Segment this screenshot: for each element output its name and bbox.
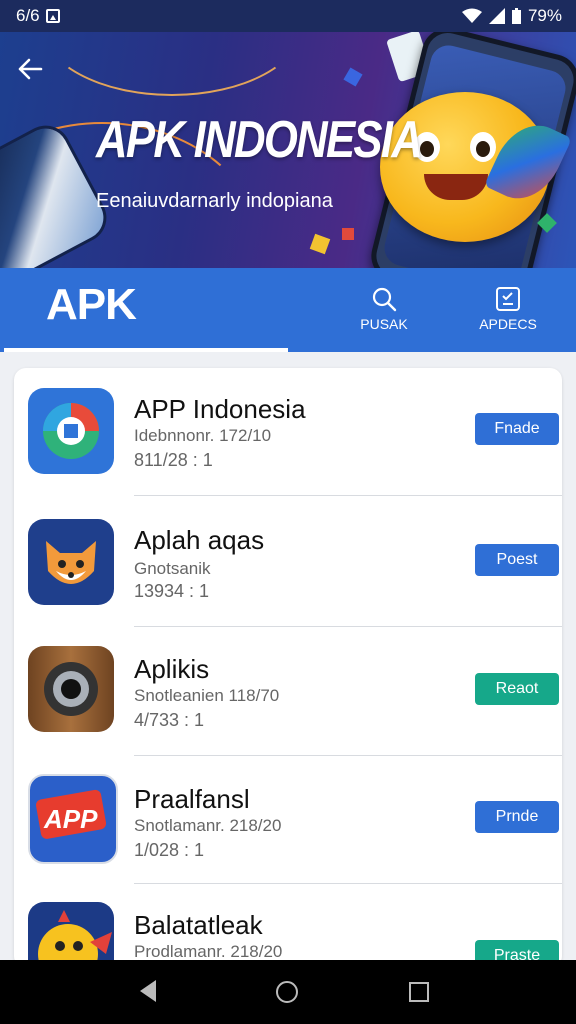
confetti-shape [342, 228, 354, 240]
camera-app-icon [28, 646, 114, 732]
svg-text:APP: APP [43, 804, 98, 834]
app-meta: 4/733 : 1 [134, 710, 205, 730]
checklist-icon [496, 287, 520, 311]
arrow-left-icon [18, 58, 43, 80]
app-meta: 13934 : 1 [134, 581, 210, 601]
tab-label: APDECS [479, 316, 537, 332]
list-item[interactable]: APP Indonesia Idebnnonr. 172/10 811/28 :… [14, 368, 562, 496]
app-list: APP Indonesia Idebnnonr. 172/10 811/28 :… [14, 368, 562, 968]
app-logo-icon: APP [28, 774, 118, 864]
status-time: 6/6 [16, 6, 40, 25]
nav-back-icon[interactable] [140, 980, 156, 1002]
system-navigation-bar [0, 960, 576, 1024]
decorative-swirl [40, 32, 304, 96]
app-title: Aplah aqas [134, 525, 265, 555]
back-button[interactable] [14, 54, 46, 86]
confetti-shape [343, 67, 363, 87]
app-meta: 811/28 : 1 [134, 450, 213, 470]
divider [134, 495, 562, 496]
tab-apk[interactable]: APK [46, 280, 137, 330]
tab-apdecs[interactable]: APDECS [453, 282, 563, 332]
list-item[interactable]: APP Praalfansl Snotlamanr. 218/20 1/028 … [14, 756, 562, 884]
app-meta: Prodlamanr. 218/20 [134, 942, 283, 961]
app-meta: Snotlamanr. 218/20 [134, 816, 282, 835]
banner-subtitle: Eenaiuvdarnarly indopiana [96, 190, 333, 212]
nav-home-icon[interactable] [276, 981, 298, 1003]
app-title: Praalfansl [134, 784, 250, 814]
active-tab-indicator [4, 348, 288, 352]
hero-banner: APK INDONESIA Eenaiuvdarnarly indopiana [0, 32, 576, 268]
tab-pusak[interactable]: PUSAK [329, 282, 439, 332]
app-title: Aplikis [134, 654, 210, 684]
battery-level: 79% [527, 6, 562, 25]
image-notification-icon [45, 9, 60, 23]
signal-icon [488, 8, 505, 24]
tab-label: PUSAK [360, 316, 408, 332]
app-meta: Snotleanien 118/70 [134, 686, 280, 705]
wifi-icon [461, 8, 482, 23]
list-item[interactable]: Aplikis Snotleanien 118/70 4/733 : 1 Rea… [14, 628, 562, 756]
app-action-button[interactable]: Reaot [475, 673, 559, 705]
list-item[interactable]: Aplah aqas Gnotsanik 13934 : 1 Poest [14, 499, 562, 627]
search-icon [372, 287, 397, 312]
battery-icon [511, 8, 521, 24]
fox-app-icon [28, 519, 114, 605]
list-item[interactable]: Balatatleak Prodlamanr. 218/20 Praste [14, 884, 562, 968]
status-bar: 6/6 79% [0, 0, 576, 32]
tab-bar: APK PUSAK APDECS [0, 268, 576, 352]
confetti-shape [309, 233, 331, 255]
globe-app-icon [28, 388, 114, 474]
nav-recents-icon[interactable] [409, 982, 429, 1002]
app-action-button[interactable]: Prnde [475, 801, 559, 833]
duck-app-icon [28, 902, 114, 968]
banner-title: APK INDONESIA [96, 111, 423, 169]
app-meta: Idebnnonr. 172/10 [134, 426, 272, 445]
app-title: Balatatleak [134, 910, 263, 940]
divider [134, 626, 562, 627]
app-action-button[interactable]: Poest [475, 544, 559, 576]
app-meta: 1/028 : 1 [134, 840, 205, 860]
app-title: APP Indonesia [134, 394, 306, 424]
app-meta: Gnotsanik [134, 559, 211, 578]
app-action-button[interactable]: Fnade [475, 413, 559, 445]
